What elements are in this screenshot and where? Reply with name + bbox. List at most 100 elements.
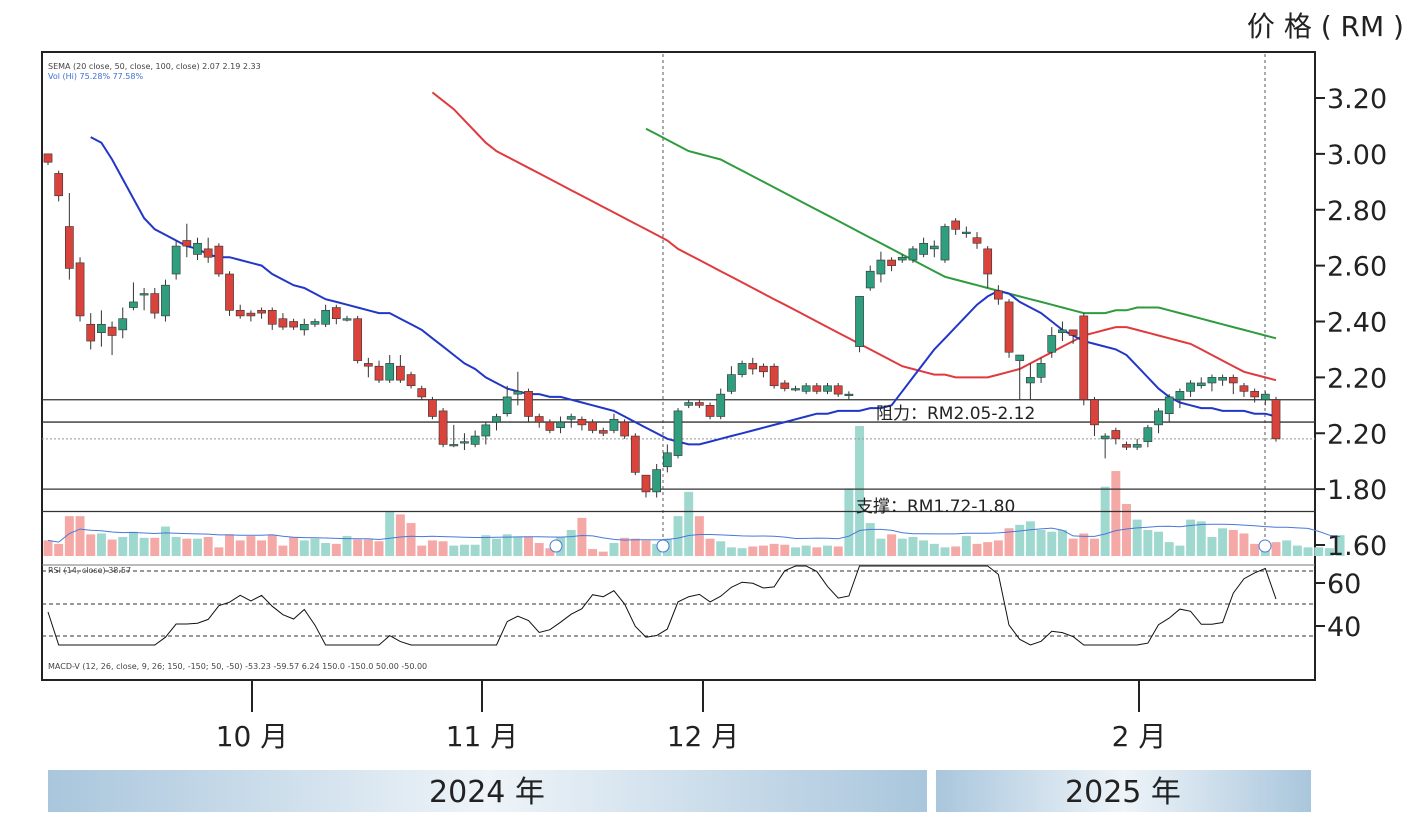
volume-bar: [406, 523, 416, 556]
volume-bar: [737, 548, 747, 556]
volume-bar: [513, 536, 523, 556]
candle-down: [534, 416, 544, 423]
stock-chart: 价 格 ( RM ) SEMA (20 close, 50, close, 10…: [41, 10, 1404, 812]
volume-bar: [235, 540, 245, 556]
y-tick-label: 3.20: [1327, 84, 1387, 115]
candle-up: [139, 293, 149, 296]
candle-down: [257, 310, 266, 314]
candle-up: [1154, 410, 1163, 426]
volume-bar: [374, 541, 384, 556]
volume-bar: [438, 541, 448, 556]
volume-bar: [289, 536, 299, 556]
candle-up: [1196, 382, 1206, 387]
candle-up: [1186, 382, 1195, 392]
volume-bar: [150, 537, 160, 556]
candle-down: [983, 248, 993, 275]
candle-down: [994, 290, 1003, 300]
candle-up: [129, 301, 138, 308]
volume-bar: [823, 545, 832, 556]
candle-down: [1068, 329, 1078, 336]
candle-up: [609, 418, 619, 431]
volume-bar: [972, 543, 982, 556]
candle-down: [641, 474, 651, 493]
candle-up: [1058, 329, 1067, 333]
candle-up: [1260, 393, 1270, 401]
candle-up: [449, 444, 459, 447]
candle-up: [1164, 396, 1174, 414]
volume-bar: [993, 540, 1003, 556]
volume-bar: [299, 540, 309, 556]
volume-bar: [769, 543, 779, 556]
candle-down: [75, 262, 85, 317]
volume-bar: [865, 523, 875, 556]
candle-down: [438, 410, 448, 445]
y-tick-label: 3.00: [1327, 140, 1387, 171]
x-tick-label: 12 月: [667, 720, 740, 753]
candle-down: [833, 385, 843, 395]
volume-bar: [598, 551, 608, 556]
volume-bar: [630, 538, 640, 556]
candle-down: [1250, 391, 1260, 398]
candle-down: [748, 363, 758, 370]
volume-bar: [609, 543, 619, 556]
volume-bar: [96, 533, 106, 556]
volume-bar: [694, 516, 704, 556]
candle-up: [1218, 377, 1227, 381]
volume-bar: [139, 537, 149, 556]
candle-down: [214, 245, 224, 275]
volume-bar: [812, 547, 822, 556]
volume-bar: [1089, 538, 1099, 556]
candle-down: [267, 310, 277, 325]
candle-up: [801, 385, 811, 392]
volume-bar: [193, 538, 202, 556]
volume-bar: [107, 539, 117, 556]
candle-down: [246, 312, 256, 317]
candle-up: [1132, 444, 1142, 448]
volume-bar: [449, 545, 459, 556]
candle-down: [289, 321, 298, 328]
candle-up: [193, 242, 202, 255]
volume-bar: [1207, 536, 1217, 556]
volume-bar: [951, 546, 961, 556]
volume-bar: [1111, 471, 1121, 556]
volume-bar: [887, 534, 897, 556]
volume-bar: [524, 536, 534, 556]
y-tick-label: 2.20: [1327, 363, 1387, 394]
volume-bar: [203, 536, 213, 556]
volume-bar: [385, 510, 395, 556]
volume-bar: [748, 546, 758, 556]
candle-up: [844, 393, 854, 396]
candle-down: [759, 365, 768, 373]
y-tick-label: 2.60: [1327, 252, 1387, 283]
candle-down: [812, 385, 822, 392]
candle-down: [1239, 385, 1249, 392]
volume-bar: [673, 516, 683, 556]
volume-bar: [257, 540, 267, 556]
y-tick-label: 2.20: [1327, 419, 1387, 450]
candle-down: [278, 318, 288, 328]
candle-down: [545, 421, 555, 431]
volume-bar: [1282, 540, 1292, 556]
volume-bar: [1228, 530, 1238, 556]
candle-down: [695, 402, 704, 406]
volume-bar: [1132, 519, 1142, 556]
candle-down: [64, 226, 74, 269]
volume-bar: [86, 534, 96, 556]
rsi-label: RSI (14, close) 38.57: [48, 566, 131, 575]
candle-up: [385, 363, 395, 381]
volume-bar: [780, 544, 790, 556]
candle-up: [662, 452, 672, 468]
volume-bar: [833, 546, 843, 556]
candle-up: [1143, 427, 1153, 442]
volume-bar: [716, 541, 726, 556]
candle-down: [1079, 315, 1089, 401]
candle-up: [481, 424, 491, 437]
volume-bar: [961, 536, 971, 556]
volume-bar: [1015, 524, 1025, 556]
volume-bar: [844, 488, 854, 556]
candle-down: [363, 363, 373, 367]
volume-bar: [246, 536, 256, 556]
candle-down: [150, 293, 160, 314]
volume-bar: [897, 538, 907, 556]
candle-down: [235, 310, 245, 317]
